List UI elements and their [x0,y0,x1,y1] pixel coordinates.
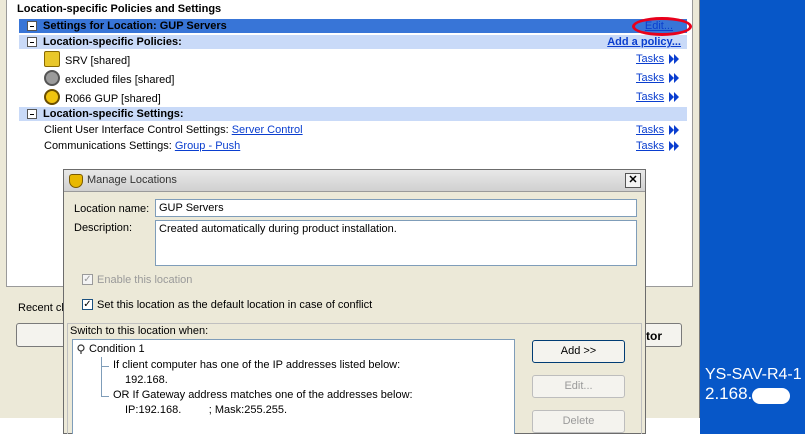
setting-label: Client User Interface Control Settings: [44,124,232,136]
close-button[interactable]: ✕ [625,173,641,188]
tasks-link[interactable]: Tasks [636,90,664,104]
manage-locations-dialog: Manage Locations ✕ Location name: GUP Se… [63,169,646,434]
default-location-checkbox[interactable]: ✓ [82,299,93,310]
description-field[interactable]: Created automatically during product ins… [155,220,637,266]
tasks-link[interactable]: Tasks [636,123,664,137]
collapse-toggle-icon[interactable] [27,37,37,47]
delete-condition-button[interactable]: Delete [532,410,625,433]
server-control-link[interactable]: Server Control [232,124,303,136]
settings-for-location-label: Settings for Location: GUP Servers [43,20,227,32]
enable-location-checkbox[interactable]: ✓ [82,274,93,285]
recent-label: Recent cl [18,302,64,314]
condition-key-icon [77,344,85,354]
tree-line [101,366,109,367]
desktop-label-line2: 2.168. [705,384,753,403]
location-name-label: Location name: [74,203,150,215]
policy-item-excluded-files[interactable]: excluded files [shared] [44,70,174,87]
settings-for-location-row[interactable]: Settings for Location: GUP Servers Edit.… [19,19,687,33]
location-policies-row[interactable]: Location-specific Policies: Add a policy… [19,35,687,49]
collapse-toggle-icon[interactable] [27,109,37,119]
condition-gateway-value: IP:192.168. ; Mask:255.255. [125,404,288,416]
policy-item-r066-gup[interactable]: R066 GUP [shared] [44,89,161,106]
condition-gateway-rule: OR If Gateway address matches one of the… [113,389,413,401]
location-settings-label: Location-specific Settings: [43,108,184,120]
tasks-link[interactable]: Tasks [636,139,664,153]
edit-condition-button[interactable]: Edit... [532,375,625,398]
policy-shield-icon [44,51,60,67]
section-title: Location-specific Policies and Settings [17,3,222,15]
switch-conditions-label: Switch to this location when: [70,325,209,337]
add-condition-button[interactable]: Add >> [532,340,625,363]
conditions-list[interactable]: Condition 1 If client computer has one o… [72,339,515,434]
policy-name: SRV [shared] [65,55,131,67]
enable-location-label: Enable this location [97,274,193,286]
redaction-blob [752,388,790,404]
condition-title[interactable]: Condition 1 [89,343,145,355]
double-arrow-icon[interactable] [669,73,679,83]
policy-name: excluded files [shared] [65,74,175,86]
tree-line [101,396,109,397]
setting-item-ui-control: Client User Interface Control Settings: … [44,123,303,137]
shield-icon [69,174,83,188]
dialog-titlebar[interactable]: Manage Locations ✕ [64,170,645,192]
default-location-label: Set this location as the default locatio… [97,299,373,311]
double-arrow-icon[interactable] [669,141,679,151]
add-policy-link[interactable]: Add a policy... [607,35,681,49]
policy-item-srv[interactable]: SRV [shared] [44,51,130,68]
tasks-link[interactable]: Tasks [636,71,664,85]
desktop-label-line1: YS-SAV-R4-1 [705,366,802,383]
double-arrow-icon[interactable] [669,54,679,64]
partial-button-label: tor [646,329,662,343]
location-settings-row[interactable]: Location-specific Settings: [19,107,687,121]
tree-line [101,357,102,397]
collapse-toggle-icon[interactable] [27,21,37,31]
setting-item-communications: Communications Settings: Group - Push [44,139,240,153]
location-name-field[interactable]: GUP Servers [155,199,637,217]
dialog-title: Manage Locations [87,174,177,186]
location-policies-label: Location-specific Policies: [43,36,182,48]
double-arrow-icon[interactable] [669,92,679,102]
highlight-annotation-oval [632,17,692,36]
tasks-link[interactable]: Tasks [636,52,664,66]
group-push-link[interactable]: Group - Push [175,140,240,152]
double-arrow-icon[interactable] [669,125,679,135]
condition-ip-rule: If client computer has one of the IP add… [113,359,401,371]
gup-icon [44,89,60,105]
description-label: Description: [74,222,133,234]
condition-ip-value: 192.168. [125,374,168,386]
settings-gear-icon [44,70,60,86]
setting-label: Communications Settings: [44,140,175,152]
policy-name: R066 GUP [shared] [65,93,161,105]
